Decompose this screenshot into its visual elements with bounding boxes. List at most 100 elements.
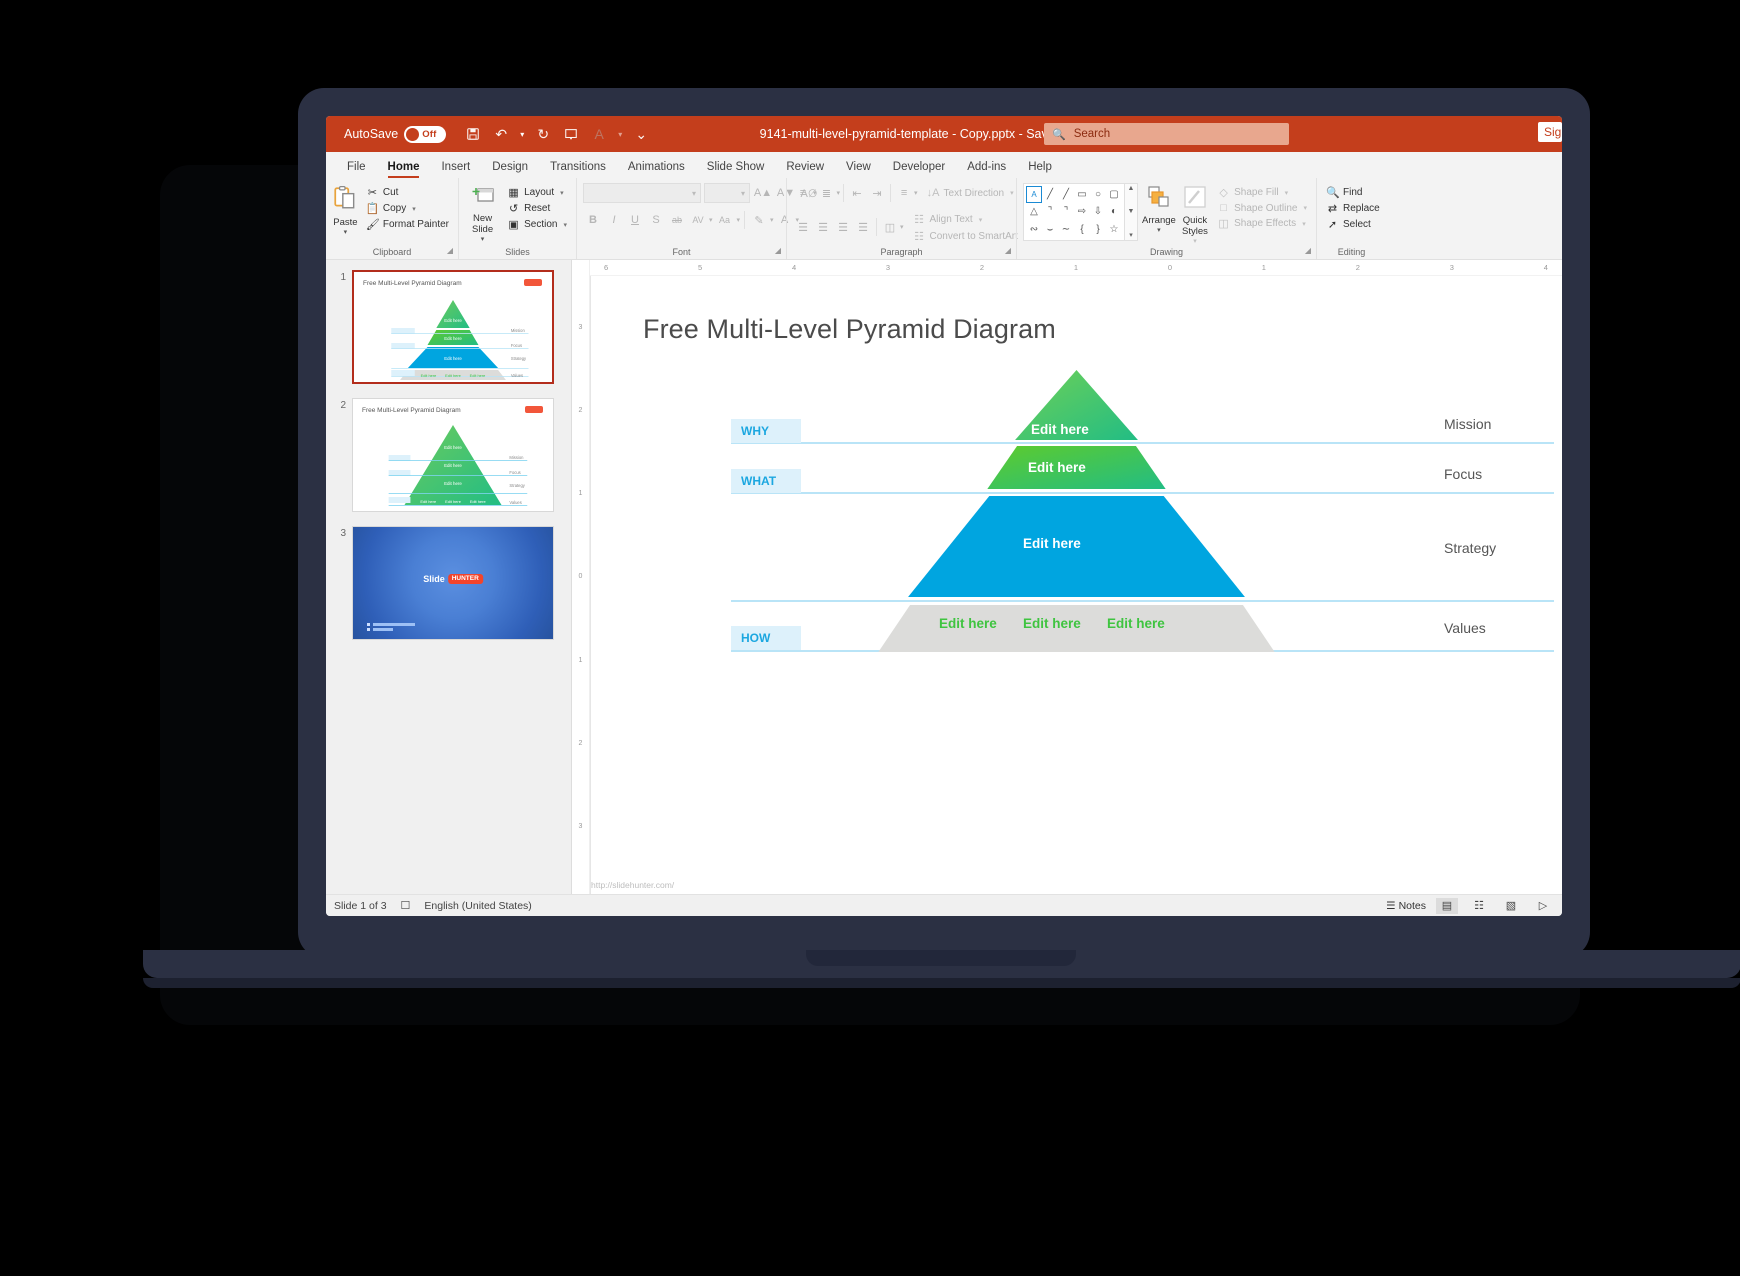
slide-thumbnail-1[interactable]: Free Multi-Level Pyramid Diagram Edit he…: [352, 270, 554, 384]
tab-insert[interactable]: Insert: [430, 158, 481, 178]
shape-oval-icon[interactable]: ○: [1090, 186, 1106, 203]
slide-thumbnail-pane[interactable]: 1 Free Multi-Level Pyramid Diagram Edit …: [326, 260, 572, 894]
tab-file[interactable]: File: [336, 158, 377, 178]
autosave-switch[interactable]: Off: [404, 125, 447, 143]
shape-right-arrow-icon[interactable]: ⇨: [1074, 203, 1090, 220]
sign-in-button[interactable]: Sign in: [1538, 122, 1562, 142]
thumbnail-pane-scrollbar[interactable]: [561, 260, 571, 894]
shape-rounded-rectangle-icon[interactable]: ▢: [1106, 186, 1122, 203]
side-tag-what[interactable]: WHAT: [731, 469, 801, 493]
language-label[interactable]: English (United States): [424, 900, 531, 912]
customize-quick-access-toolbar-icon[interactable]: ⌄: [628, 121, 654, 147]
pyramid-level-4-text-3[interactable]: Edit here: [1107, 616, 1165, 631]
shape-curve-icon[interactable]: ∼: [1058, 221, 1074, 238]
shape-down-arrow-icon[interactable]: ⇩: [1090, 203, 1106, 220]
right-label-focus[interactable]: Focus: [1444, 466, 1554, 482]
slide-sorter-view-button[interactable]: ☷: [1468, 898, 1490, 914]
right-label-strategy[interactable]: Strategy: [1444, 540, 1554, 556]
pyramid-level-4-text-1[interactable]: Edit here: [939, 616, 997, 631]
right-label-mission[interactable]: Mission: [1444, 416, 1554, 432]
normal-view-button[interactable]: ▤: [1436, 897, 1458, 914]
shapes-scroll-down-icon[interactable]: ▼: [1128, 208, 1135, 215]
copy-dropdown-icon[interactable]: ▾: [412, 205, 416, 213]
copy-button[interactable]: 📋 Copy ▾: [363, 201, 452, 216]
font-size-input[interactable]: ▾: [704, 183, 750, 203]
notes-button[interactable]: ☰ Notes: [1386, 900, 1426, 912]
pyramid-level-4-text-2[interactable]: Edit here: [1023, 616, 1081, 631]
format-painter-button[interactable]: 🖌 Format Painter: [363, 217, 452, 232]
shape-star-icon[interactable]: ☆: [1106, 221, 1122, 238]
side-tag-why[interactable]: WHY: [731, 419, 801, 443]
slide-show-view-button[interactable]: ▷: [1532, 898, 1554, 914]
tab-help[interactable]: Help: [1017, 158, 1063, 178]
shape-line-arrow-icon[interactable]: ╱: [1058, 186, 1074, 203]
new-slide-button[interactable]: New Slide ▾: [465, 183, 500, 243]
shape-elbow-connector-icon[interactable]: ⌝: [1042, 203, 1058, 220]
tab-home[interactable]: Home: [377, 158, 431, 178]
replace-button[interactable]: ⇄ Replace: [1323, 201, 1383, 216]
shapes-gallery-scroll[interactable]: ▲ ▼ ▾: [1125, 183, 1138, 241]
shape-scribble-icon[interactable]: ∾: [1026, 221, 1042, 238]
find-button[interactable]: 🔍 Find: [1323, 185, 1383, 200]
undo-dropdown-icon[interactable]: ▾: [516, 130, 528, 139]
reset-button[interactable]: ↺ Reset: [504, 201, 570, 216]
paste-dropdown-icon[interactable]: ▾: [344, 228, 348, 236]
clipboard-dialog-launcher-icon[interactable]: ◢: [447, 244, 453, 258]
shape-elbow-arrow-icon[interactable]: ⌝: [1058, 203, 1074, 220]
select-button[interactable]: ➚ Select: [1323, 217, 1383, 232]
paste-button[interactable]: Paste ▾: [332, 183, 359, 236]
shape-left-brace-icon[interactable]: {: [1074, 221, 1090, 238]
tab-view[interactable]: View: [835, 158, 882, 178]
accessibility-icon[interactable]: ☐: [401, 899, 411, 912]
arrange-button[interactable]: Arrange ▾: [1142, 183, 1176, 234]
reading-view-button[interactable]: ▧: [1500, 898, 1522, 914]
tab-slide-show[interactable]: Slide Show: [696, 158, 776, 178]
slide-canvas[interactable]: Free Multi-Level Pyramid Diagram Edit he…: [590, 276, 1562, 894]
shapes-gallery[interactable]: A ╱ ╱ ▭ ○ ▢ △ ⌝ ⌝ ⇨ ⇩ ◐ ∾ ⌣ ∼ {} ☆ ▲ ▼ …: [1023, 183, 1138, 241]
tab-transitions[interactable]: Transitions: [539, 158, 617, 178]
section-button[interactable]: ▣ Section ▾: [504, 217, 570, 232]
side-tag-how[interactable]: HOW: [731, 626, 801, 650]
font-dialog-launcher-icon[interactable]: ◢: [775, 244, 781, 258]
save-icon[interactable]: [460, 121, 486, 147]
shapes-gallery-more-icon[interactable]: ▾: [1129, 231, 1133, 239]
shape-line-icon[interactable]: ╱: [1042, 186, 1058, 203]
layout-dropdown-icon[interactable]: ▾: [560, 189, 564, 197]
shape-right-brace-icon[interactable]: }: [1090, 221, 1106, 238]
shapes-scroll-up-icon[interactable]: ▲: [1128, 185, 1135, 192]
autosave-toggle[interactable]: AutoSave Off: [344, 125, 447, 143]
pyramid-level-2-text[interactable]: Edit here: [1028, 460, 1086, 475]
thumbnail-row-2[interactable]: 2 Free Multi-Level Pyramid Diagram Edit …: [326, 398, 571, 512]
undo-icon[interactable]: ↶: [488, 121, 514, 147]
redo-icon[interactable]: ↻: [530, 121, 556, 147]
tab-developer[interactable]: Developer: [882, 158, 956, 178]
pyramid-diagram[interactable]: Edit here Edit here Edit here Edit here …: [591, 362, 1562, 692]
paragraph-dialog-launcher-icon[interactable]: ◢: [1005, 244, 1011, 258]
shape-triangle-icon[interactable]: △: [1026, 203, 1042, 220]
thumbnail-row-1[interactable]: 1 Free Multi-Level Pyramid Diagram Edit …: [326, 270, 571, 384]
tab-design[interactable]: Design: [481, 158, 539, 178]
shape-pie-icon[interactable]: ◐: [1106, 203, 1122, 220]
shapes-grid[interactable]: A ╱ ╱ ▭ ○ ▢ △ ⌝ ⌝ ⇨ ⇩ ◐ ∾ ⌣ ∼ {} ☆: [1023, 183, 1125, 241]
slide-thumbnail-2[interactable]: Free Multi-Level Pyramid Diagram Edit he…: [352, 398, 554, 512]
thumbnail-row-3[interactable]: 3 Slide HUNTER: [326, 526, 571, 640]
slide-thumbnail-3[interactable]: Slide HUNTER: [352, 526, 554, 640]
pyramid-level-3-text[interactable]: Edit here: [1023, 536, 1081, 551]
start-presentation-icon[interactable]: [558, 121, 584, 147]
search-input[interactable]: 🔍 Search: [1044, 123, 1289, 145]
shape-arc-icon[interactable]: ⌣: [1042, 221, 1058, 238]
right-label-values[interactable]: Values: [1444, 620, 1554, 636]
layout-button[interactable]: ▦ Layout ▾: [504, 185, 570, 200]
pyramid-level-1-text[interactable]: Edit here: [1031, 422, 1089, 437]
section-dropdown-icon[interactable]: ▾: [563, 221, 567, 229]
tab-animations[interactable]: Animations: [617, 158, 696, 178]
slide-counter[interactable]: Slide 1 of 3: [334, 900, 387, 912]
cut-button[interactable]: ✂ Cut: [363, 185, 452, 200]
shape-text-box-icon[interactable]: A: [1026, 186, 1042, 204]
new-slide-dropdown-icon[interactable]: ▾: [481, 235, 485, 243]
tab-review[interactable]: Review: [775, 158, 835, 178]
font-name-input[interactable]: ▾: [583, 183, 701, 203]
shape-rectangle-icon[interactable]: ▭: [1074, 186, 1090, 203]
tab-add-ins[interactable]: Add-ins: [956, 158, 1017, 178]
drawing-dialog-launcher-icon[interactable]: ◢: [1305, 244, 1311, 258]
